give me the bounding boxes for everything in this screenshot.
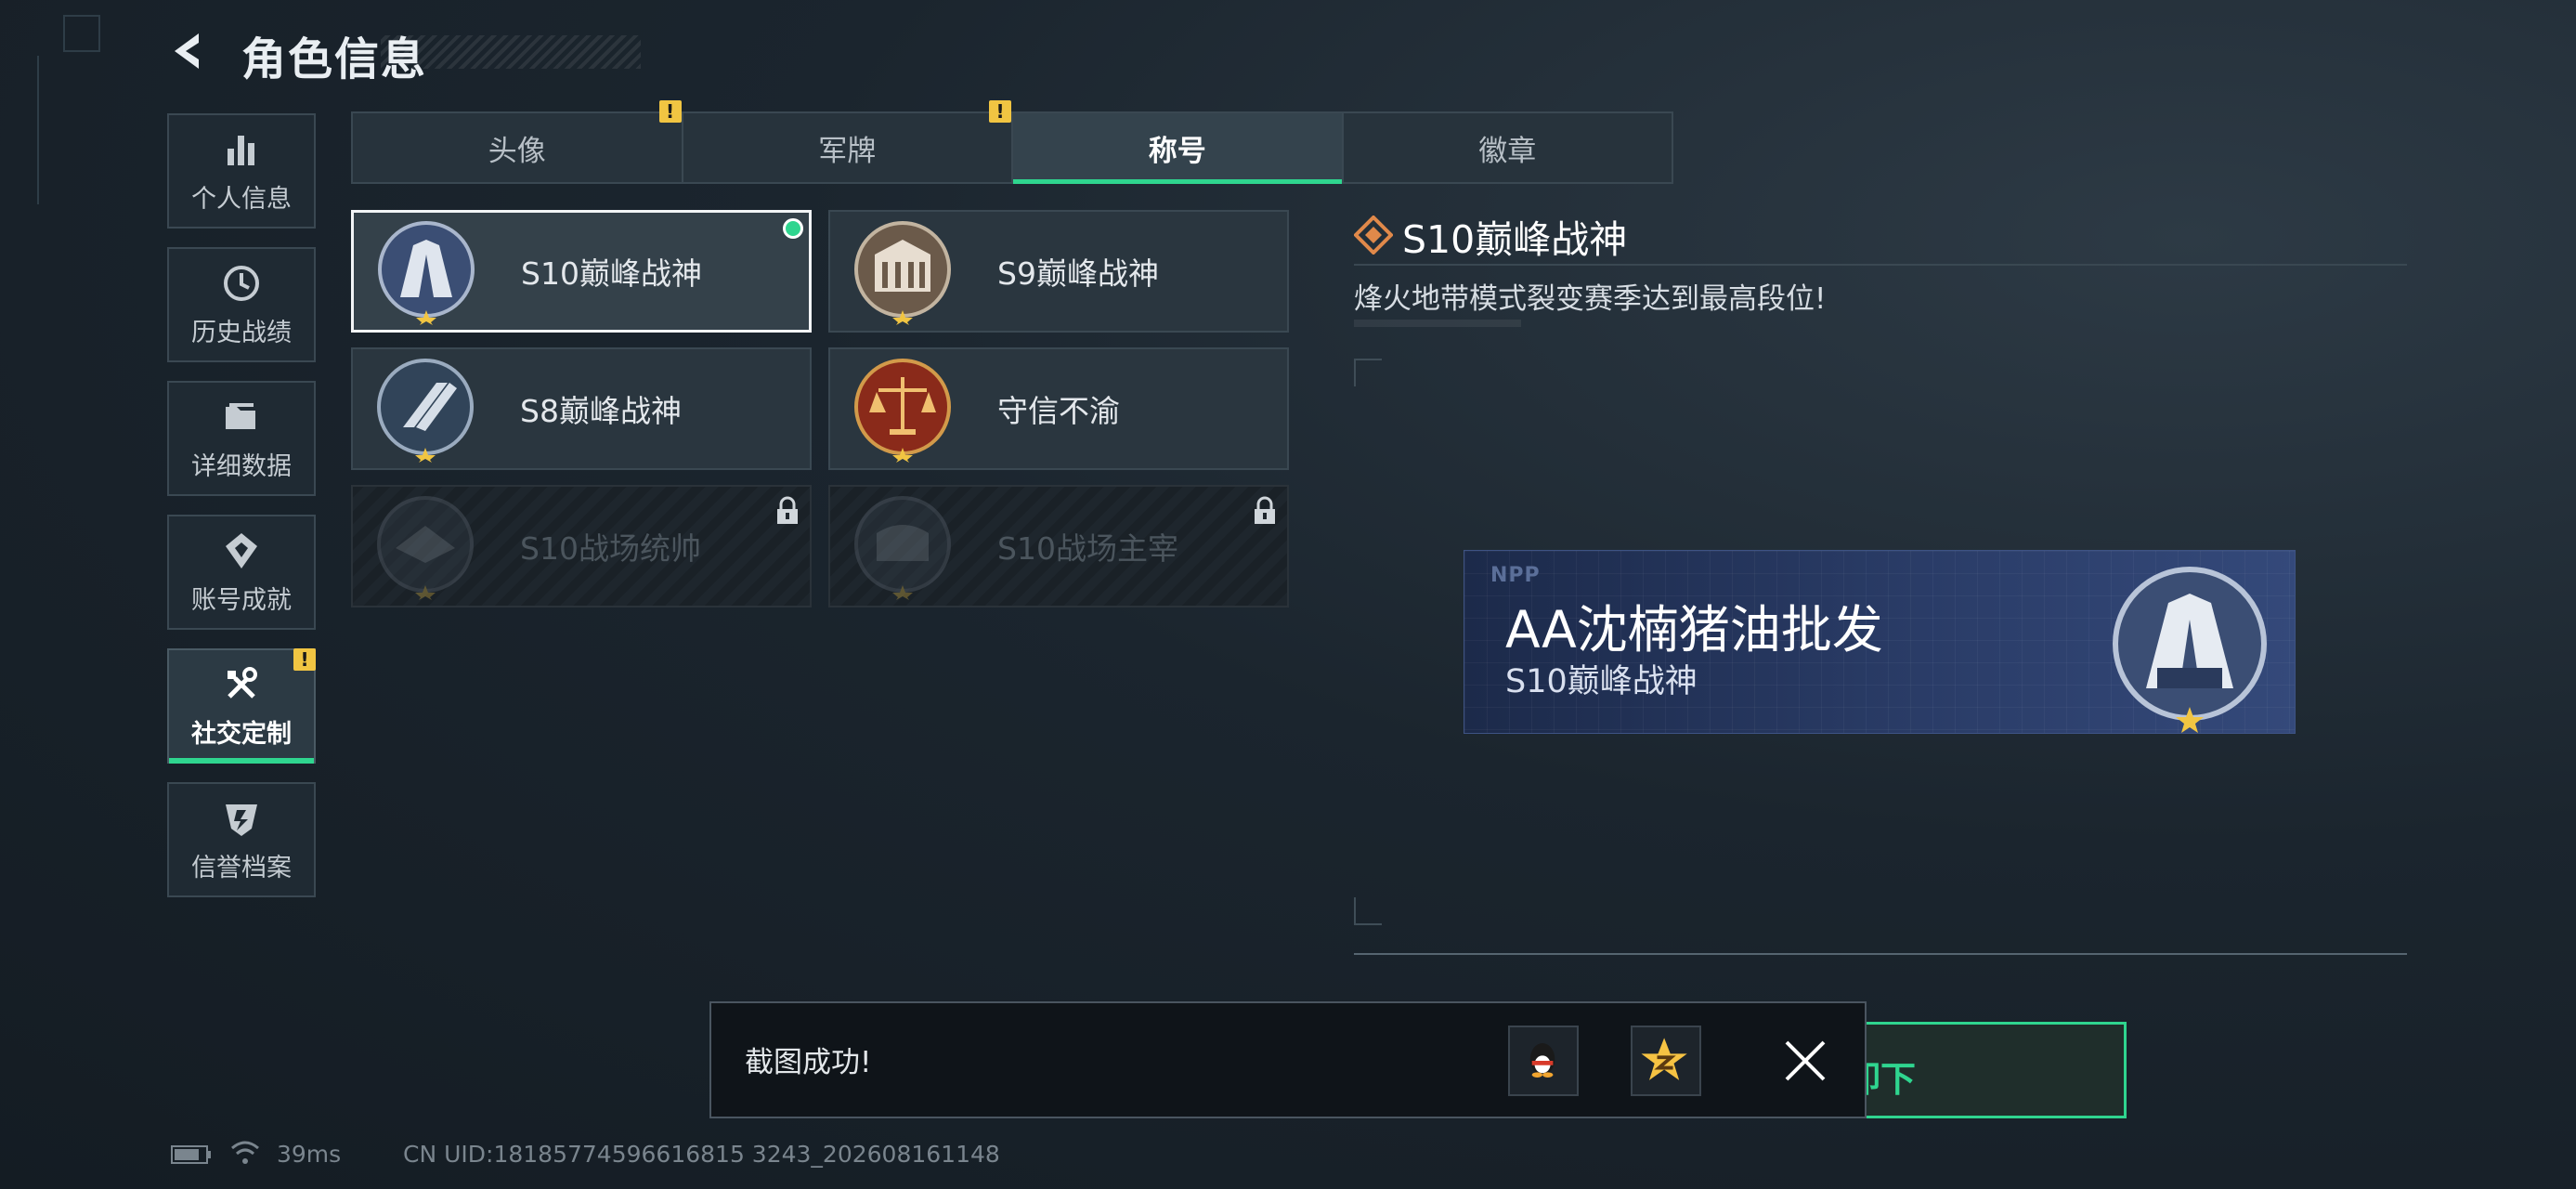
qq-share-icon [1529, 1043, 1555, 1078]
battery-icon [171, 1145, 211, 1164]
credit-shield-icon [226, 804, 257, 836]
tab-badge[interactable]: 徽章 [1344, 113, 1672, 182]
frame-corner [1354, 359, 1382, 386]
card-label: S8巅峰战神 [520, 393, 682, 429]
emblem-icon [854, 221, 951, 325]
sidebar-item-label: 社交定制 [191, 719, 292, 749]
title-card[interactable]: S9巅峰战神 [828, 210, 1289, 333]
folder-icon [226, 402, 255, 429]
player-name: AA沈楠猪油批发 [1505, 600, 1883, 660]
nameplate-preview: NPP AA沈楠猪油批发 S10巅峰战神 [1464, 550, 2296, 734]
detail-title: S10巅峰战神 [1402, 217, 1628, 262]
ping-readout: 39ms [277, 1141, 342, 1168]
emblem-icon [2113, 567, 2267, 733]
qzone-share-button[interactable] [1631, 1026, 1701, 1096]
achievement-icon [226, 532, 257, 568]
frame-corner [1354, 897, 1382, 925]
lock-icon [1255, 496, 1275, 524]
sidebar-item-label: 个人信息 [191, 184, 292, 214]
card-label: S10巅峰战神 [521, 255, 702, 292]
sidebar-item-label: 信誉档案 [191, 853, 292, 882]
wifi-icon [231, 1141, 259, 1164]
qq-share-button[interactable] [1508, 1026, 1579, 1096]
sidebar-item-achievements[interactable]: 账号成就 [167, 515, 316, 630]
sidebar-item-credit-record[interactable]: 信誉档案 [167, 782, 316, 897]
tab-title[interactable]: 称号 [1013, 113, 1344, 184]
tab-label: 徽章 [1478, 134, 1537, 168]
divider [1354, 953, 2407, 955]
sidebar-item-history[interactable]: 历史战绩 [167, 247, 316, 362]
card-label: 守信不渝 [997, 393, 1120, 429]
title-diamond-icon [1354, 216, 1393, 255]
title-card[interactable]: S10巅峰战神 [351, 210, 812, 333]
sidebar-item-label: 账号成就 [191, 585, 292, 615]
card-label: S10战场主宰 [997, 530, 1178, 567]
emblem-icon [854, 496, 951, 600]
tab-label: 称号 [1148, 134, 1206, 168]
title-decoration [381, 35, 641, 69]
tab-bar: 头像 ! 军牌 ! 称号 徽章 [351, 100, 1673, 184]
user-uid: CN UID:18185774596616815 3243_2026081611… [403, 1141, 1000, 1168]
detail-decoration [1354, 320, 1521, 327]
tab-label: 军牌 [818, 134, 877, 168]
divider [37, 56, 39, 204]
card-label: S9巅峰战神 [997, 255, 1159, 292]
emblem-icon [378, 221, 475, 325]
alert-badge: ! [293, 648, 316, 671]
emblem-icon [377, 359, 474, 463]
detail-description: 烽火地带模式裂变赛季达到最高段位! [1354, 282, 1827, 316]
toast-message: 截图成功! [745, 1046, 872, 1079]
sidebar-item-label: 详细数据 [191, 451, 292, 481]
emblem-icon [854, 359, 951, 463]
screenshot-toast: 截图成功! [709, 1001, 1867, 1118]
tab-dog-tag[interactable]: 军牌 ! [683, 100, 1013, 182]
sidebar-item-social-custom[interactable]: 社交定制 ! [167, 648, 316, 764]
nameplate-logo: NPP [1490, 564, 1541, 587]
alert-badge: ! [658, 100, 682, 123]
card-label: S10战场统帅 [520, 530, 701, 567]
title-card[interactable]: 守信不渝 [828, 347, 1289, 470]
equipped-indicator [783, 218, 803, 239]
alert-badge: ! [989, 100, 1011, 123]
player-title: S10巅峰战神 [1505, 663, 1698, 700]
tab-label: 头像 [488, 134, 546, 168]
sidebar-item-label: 历史战绩 [191, 318, 292, 347]
qzone-share-icon [1641, 1038, 1687, 1080]
close-icon[interactable] [1781, 1037, 1829, 1085]
sidebar-item-detailed-data[interactable]: 详细数据 [167, 381, 316, 496]
clock-icon [224, 265, 259, 301]
title-card[interactable]: S10战场主宰 [828, 485, 1289, 608]
title-card[interactable]: S8巅峰战神 [351, 347, 812, 470]
back-arrow-icon[interactable] [165, 28, 212, 74]
tab-avatar[interactable]: 头像 ! [353, 100, 683, 182]
lock-icon [777, 496, 798, 524]
title-card[interactable]: S10战场统帅 [351, 485, 812, 608]
emblem-icon [377, 496, 474, 600]
tools-icon [228, 666, 257, 699]
sidebar-item-personal-info[interactable]: 个人信息 [167, 113, 316, 229]
corner-decoration [63, 15, 100, 52]
divider [1354, 264, 2407, 266]
bar-chart-icon [228, 135, 254, 165]
